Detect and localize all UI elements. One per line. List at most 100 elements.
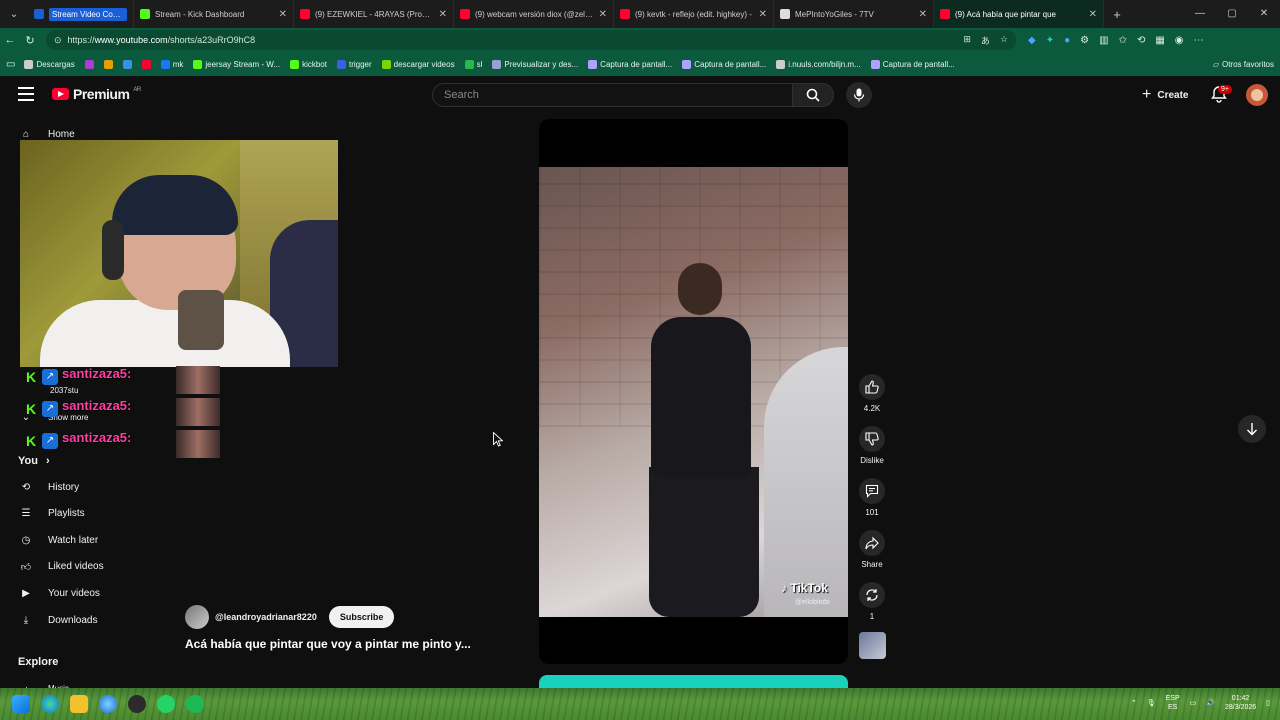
extension-icon[interactable]: ✦	[1046, 35, 1054, 46]
channel-avatar[interactable]	[185, 605, 209, 629]
browser-icon[interactable]	[99, 695, 117, 713]
bookmark-item[interactable]: kickbot	[285, 59, 332, 69]
sidebar-item-downloads[interactable]: ⤓ Downloads	[18, 610, 98, 630]
bookmark-label: jeersay Stream - W...	[205, 59, 281, 69]
maximize-button[interactable]: ▢	[1216, 0, 1248, 28]
thumbs-down-icon	[859, 426, 885, 452]
browser-tab[interactable]: (9) webcam versión diox (@zellwo ✕	[454, 0, 614, 28]
close-tab-icon[interactable]: ✕	[439, 9, 447, 20]
edge-icon[interactable]	[41, 695, 59, 713]
favorites-icon[interactable]: ✩	[1119, 35, 1127, 46]
bookmark-label: sl	[476, 59, 483, 69]
spotify-icon[interactable]	[186, 695, 204, 713]
sidebar-item-watch-later[interactable]: ◷ Watch later	[18, 530, 99, 550]
reload-button[interactable]: ↻	[20, 34, 40, 47]
bookmark-item[interactable]: Captura de pantall...	[866, 59, 960, 69]
next-short-preview[interactable]	[539, 675, 848, 689]
new-tab-button[interactable]: +	[1104, 7, 1130, 22]
language-indicator[interactable]: ESP ES	[1166, 694, 1180, 712]
close-window-button[interactable]: ✕	[1248, 0, 1280, 28]
start-icon[interactable]	[12, 695, 30, 713]
install-app-icon[interactable]: ⊞	[963, 34, 971, 47]
close-tab-icon[interactable]: ✕	[279, 9, 287, 20]
whatsapp-icon[interactable]	[157, 695, 175, 713]
close-tab-icon[interactable]: ✕	[599, 9, 607, 20]
star-icon[interactable]: ☆	[1000, 34, 1008, 47]
shorts-player[interactable]: ♪ TikTok @ellobitobi	[539, 119, 848, 664]
tab-list-button[interactable]: ⌄	[0, 0, 28, 28]
browser-tab[interactable]: (9) EZEWKIEL - 4RAYAS (Prod. 9sa ✕	[294, 0, 454, 28]
other-bookmarks[interactable]: ▱ Otros favoritos	[1213, 52, 1274, 76]
sound-thumbnail[interactable]	[859, 632, 886, 659]
bookmark-item[interactable]	[137, 59, 156, 69]
close-tab-icon[interactable]: ✕	[1089, 9, 1097, 20]
video-frame[interactable]: ♪ TikTok @ellobitobi	[539, 167, 848, 617]
menu-icon[interactable]	[18, 87, 34, 101]
obs-icon[interactable]	[128, 695, 146, 713]
chevron-up-icon[interactable]: ⌃	[1131, 699, 1137, 707]
like-button[interactable]: 4.2K	[855, 374, 889, 413]
browser-tab[interactable]: Stream - Kick Dashboard ✕	[134, 0, 294, 28]
bookmark-item[interactable]: Descargas	[19, 59, 79, 69]
next-short-button[interactable]	[1238, 415, 1266, 443]
clock[interactable]: 01:42 28/3/2026	[1225, 694, 1256, 712]
bookmark-item[interactable]: descargar videos	[377, 59, 460, 69]
url-field[interactable]: ⊙ https://www.youtube.com/shorts/a23uRrO…	[46, 30, 1016, 50]
network-icon[interactable]: ▭	[1190, 699, 1197, 707]
sidebar-item-playlists[interactable]: ☰ Playlists	[18, 504, 85, 524]
browser-tab[interactable]: (9) kevtk - reflejo (edit. highkey) - ✕	[614, 0, 774, 28]
sidebar-item-liked-videos[interactable]: 👍︎ Liked videos	[18, 557, 104, 577]
close-tab-icon[interactable]: ✕	[759, 9, 767, 20]
bookmark-label: Previsualizar y des...	[504, 59, 579, 69]
bookmark-item[interactable]: Captura de pantall...	[677, 59, 771, 69]
reading-list-icon[interactable]: ▭	[6, 59, 15, 70]
voice-search-button[interactable]	[846, 82, 872, 108]
account-avatar[interactable]	[1246, 84, 1268, 106]
share-button[interactable]: Share	[855, 530, 889, 569]
search-input[interactable]: Search	[432, 83, 792, 107]
bookmark-item[interactable]	[99, 59, 118, 69]
back-button[interactable]: ←	[0, 34, 20, 46]
notification-center-icon[interactable]: ▯	[1266, 699, 1270, 707]
sidebar-item-history[interactable]: ⟲ History	[18, 477, 79, 497]
extension-icon[interactable]: ●	[1064, 35, 1070, 46]
browser-tab[interactable]: MePIntoYoGiles - 7TV ✕	[774, 0, 934, 28]
history-icon[interactable]: ⟲	[1137, 35, 1145, 46]
search-button[interactable]	[792, 83, 834, 107]
youtube-logo[interactable]: Premium AR	[52, 86, 141, 102]
browser-tab[interactable]: Stream Video Content	[28, 0, 134, 28]
download-icon: ⤓	[23, 614, 29, 626]
more-icon[interactable]: ⋯	[1194, 35, 1204, 46]
remix-button[interactable]: 1	[855, 582, 889, 621]
channel-name[interactable]: @leandroyadrianar8220	[215, 612, 317, 622]
sidebar-item-label: Watch later	[48, 534, 99, 546]
bookmark-item[interactable]: Captura de pantall...	[583, 59, 677, 69]
site-info-icon[interactable]: ⊙	[54, 35, 62, 46]
extension-icon[interactable]: ◆	[1028, 35, 1036, 46]
browser-tab[interactable]: (9) Acá había que pintar que ✕	[934, 0, 1104, 28]
bookmark-item[interactable]: jeersay Stream - W...	[188, 59, 285, 69]
file-explorer-icon[interactable]	[70, 695, 88, 713]
split-screen-icon[interactable]: ▥	[1099, 35, 1108, 46]
volume-icon[interactable]: 🔊	[1206, 699, 1215, 707]
bookmark-item[interactable]: Previsualizar y des...	[487, 59, 583, 69]
close-tab-icon[interactable]: ✕	[919, 9, 927, 20]
profile-icon[interactable]: ◉	[1175, 35, 1184, 46]
bookmark-item[interactable]	[118, 59, 137, 69]
subscribe-button[interactable]: Subscribe	[328, 606, 395, 628]
create-button[interactable]: + Create	[1136, 84, 1194, 106]
bookmark-item[interactable]: trigger	[332, 59, 377, 69]
comments-button[interactable]: 101	[855, 478, 889, 517]
bookmark-item[interactable]: mk	[156, 59, 189, 69]
sidebar-item-your-videos[interactable]: ▶ Your videos	[18, 583, 100, 603]
bookmark-item[interactable]: i.nuuls.com/biljn.m...	[771, 59, 865, 69]
dislike-button[interactable]: Dislike	[855, 426, 889, 465]
bookmark-item[interactable]	[80, 59, 99, 69]
collections-icon[interactable]: ▦	[1155, 35, 1164, 46]
minimize-button[interactable]: —	[1184, 0, 1216, 28]
translate-icon[interactable]: あ	[981, 34, 990, 47]
bookmark-item[interactable]: sl	[460, 59, 488, 69]
extensions-icon[interactable]: ⚙	[1080, 35, 1089, 46]
short-title[interactable]: Acá había que pintar que voy a pintar me…	[185, 637, 471, 651]
microphone-tray-icon[interactable]: 🎙	[1147, 699, 1156, 707]
